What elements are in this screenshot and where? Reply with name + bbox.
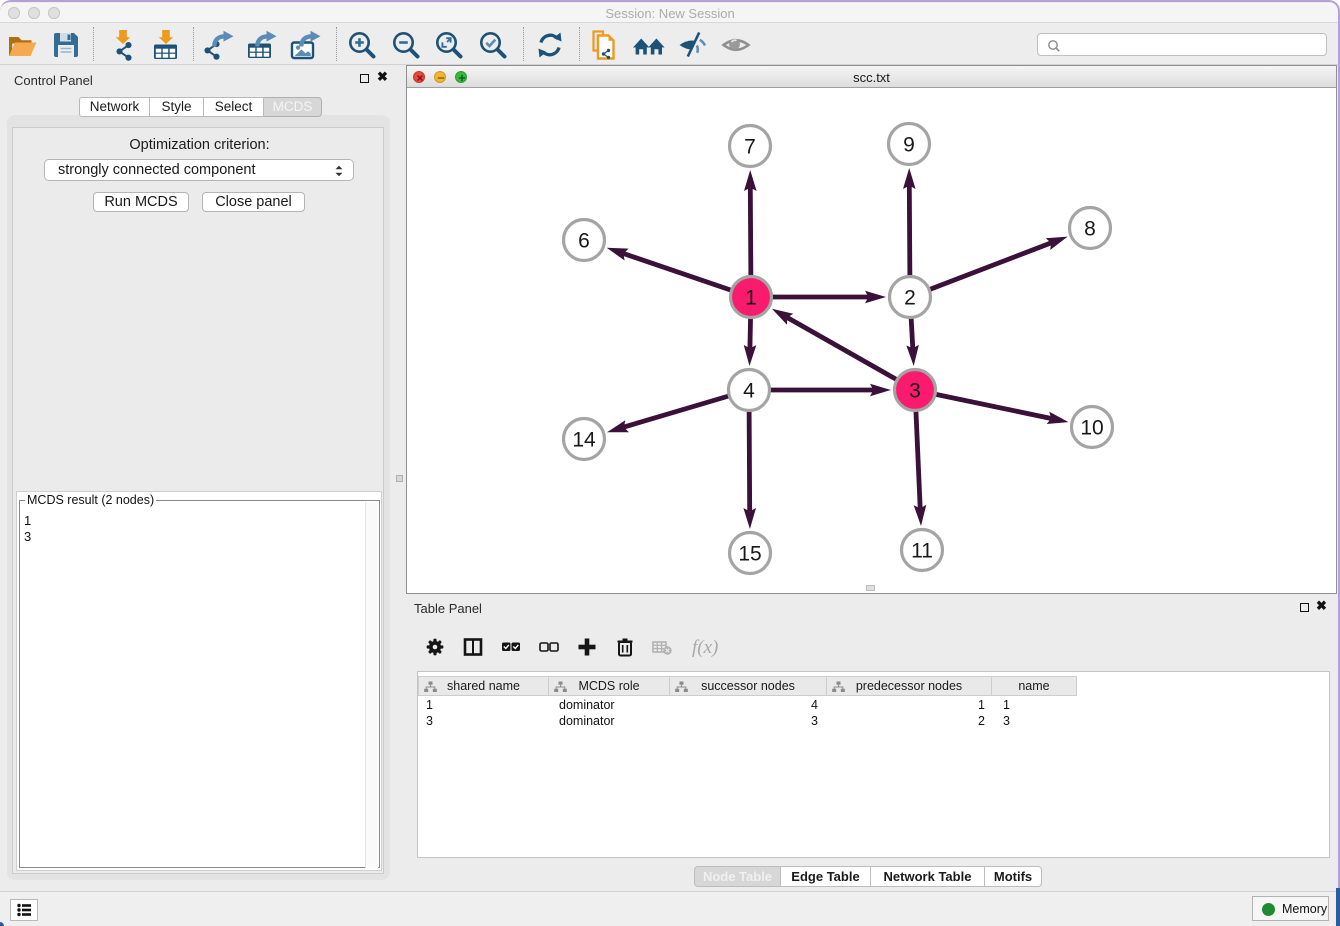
svg-text:3: 3 xyxy=(909,380,921,403)
svg-text:14: 14 xyxy=(572,429,596,452)
svg-text:10: 10 xyxy=(1080,417,1103,440)
svg-text:6: 6 xyxy=(578,230,590,253)
svg-text:4: 4 xyxy=(743,380,755,403)
svg-text:f(x): f(x) xyxy=(692,637,718,658)
svg-text:8: 8 xyxy=(1084,218,1096,241)
svg-text:1: 1 xyxy=(745,287,757,310)
svg-text:9: 9 xyxy=(903,134,915,157)
svg-text:2: 2 xyxy=(904,287,916,310)
svg-text:11: 11 xyxy=(911,540,933,563)
svg-text:15: 15 xyxy=(738,543,761,566)
svg-text:7: 7 xyxy=(744,136,756,159)
